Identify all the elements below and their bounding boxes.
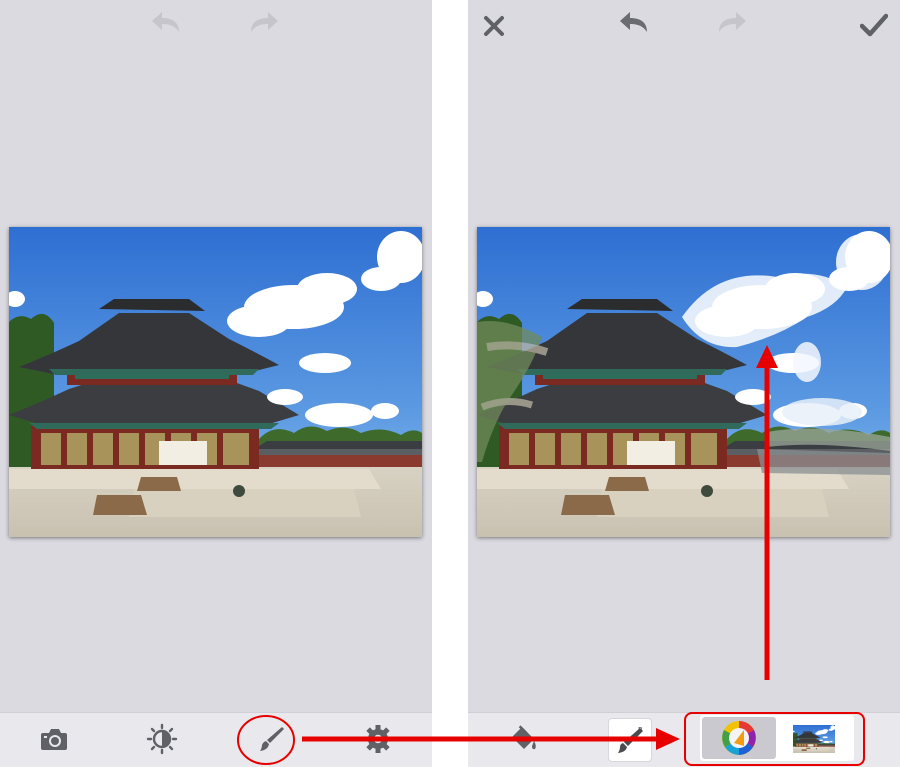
photo-palace	[9, 227, 422, 537]
right-screen: P	[468, 0, 900, 767]
brush-pen-icon: P	[618, 726, 643, 753]
checkmark-icon[interactable]	[860, 12, 888, 38]
svg-text:P: P	[638, 726, 642, 734]
paint-bucket-icon[interactable]	[508, 723, 540, 755]
paintbrush-icon[interactable]	[256, 724, 286, 754]
color-source-panel	[700, 715, 854, 761]
undo-arrow-icon[interactable]	[618, 10, 652, 36]
color-wheel-button[interactable]	[702, 717, 776, 759]
close-icon[interactable]	[482, 14, 506, 38]
redo-arrow-icon[interactable]	[714, 10, 748, 36]
left-screen	[0, 0, 432, 767]
brightness-icon[interactable]	[146, 723, 178, 755]
undo-arrow-icon[interactable]	[150, 10, 184, 36]
camera-icon[interactable]	[40, 726, 68, 752]
color-wheel-icon	[722, 721, 756, 755]
gear-icon[interactable]	[363, 724, 393, 754]
bottom-toolbar	[0, 712, 432, 767]
brush-pen-tool[interactable]: P	[608, 718, 652, 762]
redo-arrow-icon[interactable]	[246, 10, 280, 36]
photo-thumbnail-icon	[793, 725, 835, 753]
bottom-toolbar: P	[468, 712, 900, 767]
photo-source-button[interactable]	[780, 717, 850, 759]
photo-palace-painted[interactable]	[477, 227, 890, 537]
